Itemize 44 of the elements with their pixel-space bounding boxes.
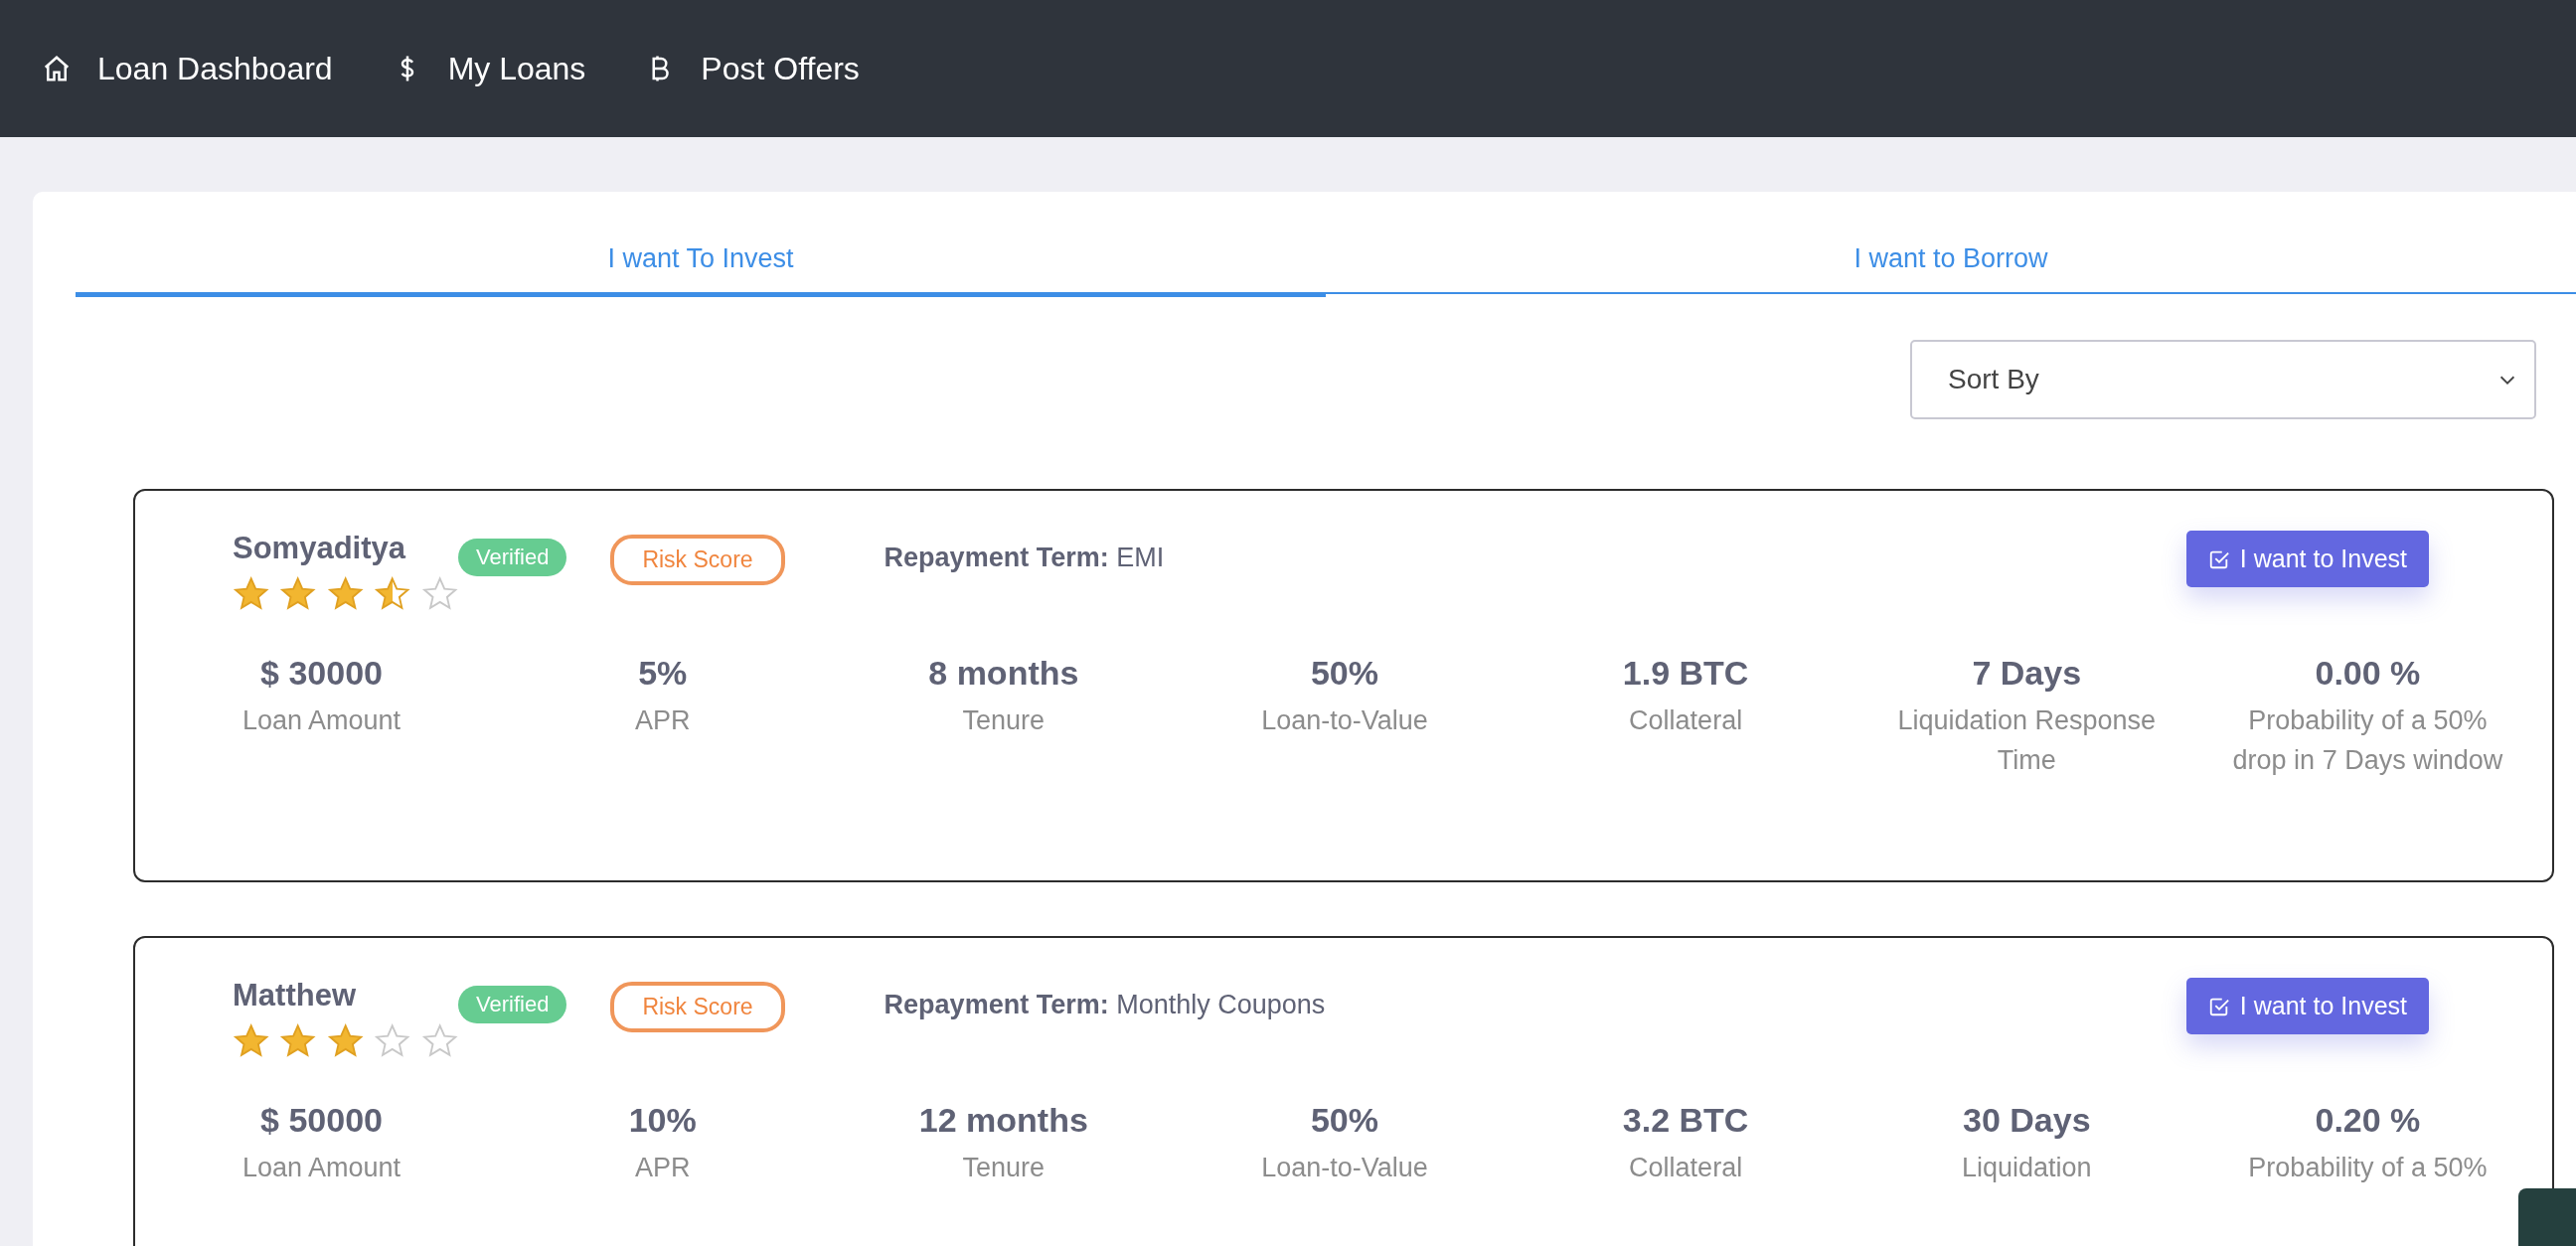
stat-label: Tenure [962, 1152, 1046, 1184]
stat-value: 10% [628, 1101, 697, 1140]
stat-value: 0.00 % [2315, 654, 2421, 693]
chat-widget[interactable] [2518, 1188, 2576, 1246]
invest-button[interactable]: I want to Invest [2185, 531, 2429, 587]
stat-label: Liquidation [1961, 1152, 2092, 1184]
stat-label: Loan Amount [242, 1152, 402, 1184]
stat-label: Probability of a 50% drop in 7 Days window [2231, 704, 2504, 777]
stat-value: $ 30000 [260, 654, 383, 693]
stat-value: $ 50000 [260, 1101, 383, 1140]
borrower-name: Matthew [233, 978, 357, 1013]
stat-label: Probability of a 50% [2248, 1152, 2488, 1184]
borrower-name: Somyaditya [233, 531, 407, 566]
stat-value: 7 Days [1972, 654, 2082, 693]
stat-value: 8 months [928, 654, 1079, 693]
risk-score-badge: Risk Score [610, 535, 785, 585]
stat-value: 50% [1310, 1101, 1378, 1140]
stat-label: APR [634, 1152, 691, 1184]
home-icon [42, 54, 72, 83]
nav-link[interactable]: Loan Dashboard [42, 50, 333, 87]
sort-select[interactable]: Sort By [1910, 340, 2536, 419]
nav-link[interactable]: My Loans [392, 50, 586, 87]
stat-label: Liquidation Response Time [1896, 704, 2158, 777]
repayment-term: Repayment Term: Monthly Coupons [884, 990, 1327, 1020]
stat-value: 1.9 BTC [1622, 654, 1749, 693]
stat-label: Loan Amount [242, 704, 402, 737]
stat-value: 30 Days [1963, 1101, 2091, 1140]
stat-value: 0.20 % [2315, 1101, 2421, 1140]
stat-value: 3.2 BTC [1622, 1101, 1749, 1140]
stat-label: Tenure [962, 704, 1046, 737]
stat-value: 12 months [918, 1101, 1088, 1140]
invest-button[interactable]: I want to Invest [2185, 978, 2429, 1034]
stat-label: Collateral [1629, 1152, 1743, 1184]
nav-link[interactable]: Post Offers [645, 50, 860, 87]
stat-value: 50% [1310, 654, 1378, 693]
stat-label: Collateral [1629, 704, 1743, 737]
stat-label: Loan-to-Value [1261, 704, 1428, 737]
verified-badge: Verified [458, 986, 567, 1023]
stat-value: 5% [638, 654, 688, 693]
stat-label: APR [634, 704, 691, 737]
repayment-term: Repayment Term: EMI [884, 543, 1166, 573]
stat-label: Loan-to-Value [1261, 1152, 1428, 1184]
verified-badge: Verified [458, 539, 567, 576]
risk-score-badge: Risk Score [610, 982, 785, 1032]
